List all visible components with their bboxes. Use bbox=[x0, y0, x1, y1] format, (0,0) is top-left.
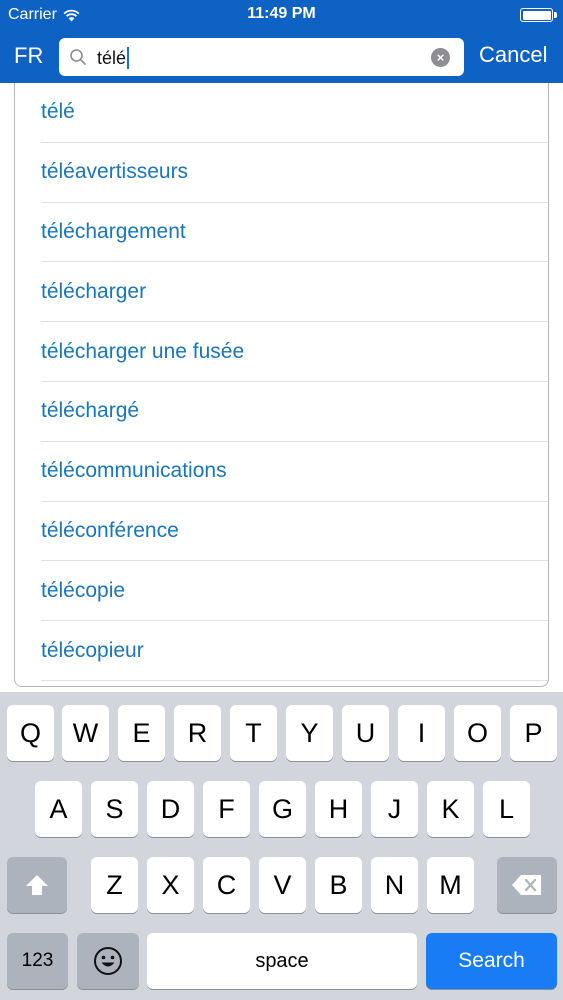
key-g[interactable]: G bbox=[259, 781, 306, 837]
search-input[interactable]: télé bbox=[97, 47, 130, 69]
key-n[interactable]: N bbox=[371, 857, 418, 913]
key-v[interactable]: V bbox=[259, 857, 306, 913]
suggestion-item[interactable]: téléconférence bbox=[41, 502, 548, 562]
text-cursor bbox=[127, 47, 130, 69]
suggestion-item[interactable]: téléavertisseurs bbox=[41, 143, 548, 203]
suggestion-list: télé téléavertisseurs téléchargement tél… bbox=[14, 83, 549, 687]
key-y[interactable]: Y bbox=[286, 705, 333, 761]
cancel-button[interactable]: Cancel bbox=[479, 42, 547, 68]
battery-icon bbox=[520, 8, 557, 22]
key-u[interactable]: U bbox=[342, 705, 389, 761]
shift-key[interactable] bbox=[7, 857, 67, 913]
key-c[interactable]: C bbox=[203, 857, 250, 913]
key-a[interactable]: A bbox=[35, 781, 82, 837]
search-icon bbox=[70, 49, 86, 65]
key-l[interactable]: L bbox=[483, 781, 530, 837]
suggestion-item[interactable]: télécharger une fusée bbox=[41, 322, 548, 382]
delete-icon bbox=[512, 875, 541, 895]
key-s[interactable]: S bbox=[91, 781, 138, 837]
key-k[interactable]: K bbox=[427, 781, 474, 837]
key-x[interactable]: X bbox=[147, 857, 194, 913]
search-field[interactable]: télé × bbox=[59, 38, 464, 76]
search-key[interactable]: Search bbox=[426, 933, 557, 989]
delete-key[interactable] bbox=[497, 857, 557, 913]
key-i[interactable]: I bbox=[398, 705, 445, 761]
key-w[interactable]: W bbox=[62, 705, 109, 761]
numbers-key[interactable]: 123 bbox=[7, 933, 68, 989]
key-r[interactable]: R bbox=[174, 705, 221, 761]
suggestion-item[interactable]: téléchargé bbox=[41, 382, 548, 442]
suggestion-item[interactable]: téléchargement bbox=[41, 203, 548, 263]
suggestion-item[interactable]: télécopie bbox=[41, 561, 548, 622]
language-toggle[interactable]: FR bbox=[14, 43, 43, 69]
key-j[interactable]: J bbox=[371, 781, 418, 837]
space-key[interactable]: space bbox=[147, 933, 417, 989]
emoji-icon bbox=[94, 947, 122, 975]
battery-level bbox=[522, 10, 551, 20]
suggestion-item[interactable]: télécommunications bbox=[41, 442, 548, 502]
clear-icon[interactable]: × bbox=[431, 48, 450, 67]
emoji-key[interactable] bbox=[77, 933, 139, 989]
clock: 11:49 PM bbox=[247, 5, 316, 22]
keyboard: Q W E R T Y U I O P A S D F G H J K L Z … bbox=[0, 692, 563, 1000]
key-p[interactable]: P bbox=[510, 705, 557, 761]
key-t[interactable]: T bbox=[230, 705, 277, 761]
suggestion-item[interactable]: télécopieur bbox=[41, 621, 548, 681]
key-h[interactable]: H bbox=[315, 781, 362, 837]
status-bar: Carrier 11:49 PM bbox=[0, 0, 563, 30]
key-d[interactable]: D bbox=[147, 781, 194, 837]
key-b[interactable]: B bbox=[315, 857, 362, 913]
shift-icon bbox=[26, 875, 48, 895]
key-q[interactable]: Q bbox=[7, 705, 54, 761]
header: Carrier 11:49 PM FR télé × Cancel bbox=[0, 0, 563, 83]
key-o[interactable]: O bbox=[454, 705, 501, 761]
search-query: télé bbox=[97, 47, 127, 68]
key-f[interactable]: F bbox=[203, 781, 250, 837]
key-e[interactable]: E bbox=[118, 705, 165, 761]
suggestion-item[interactable]: télé bbox=[41, 83, 548, 143]
key-z[interactable]: Z bbox=[91, 857, 138, 913]
suggestion-item[interactable]: télécharger bbox=[41, 262, 548, 323]
key-m[interactable]: M bbox=[427, 857, 474, 913]
